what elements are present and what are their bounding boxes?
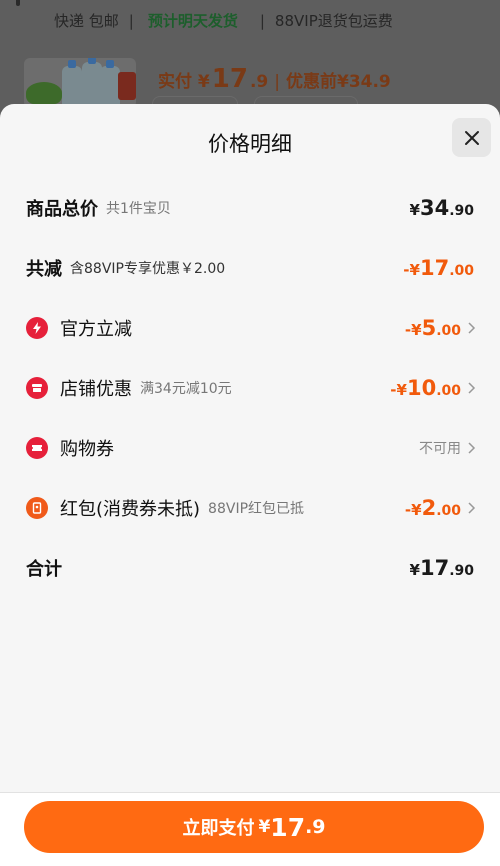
ticket-icon	[26, 437, 48, 459]
shipping-method: 快递 包邮	[54, 12, 119, 30]
row-label: 购物券	[60, 439, 114, 460]
row-note: 含88VIP专享优惠￥2.00	[70, 261, 226, 277]
row-label: 商品总价	[26, 199, 98, 220]
row-note: 88VIP红包已抵	[208, 501, 305, 517]
row-label: 共减	[26, 259, 62, 280]
chevron-right-icon	[468, 382, 476, 394]
lightning-icon	[26, 317, 48, 339]
total-amount: ¥34.90	[409, 196, 474, 220]
row-coupon[interactable]: 购物券 不可用	[0, 430, 500, 466]
product-tag	[118, 72, 136, 100]
paid-price: 实付 ¥17.9 | 优惠前¥34.9	[158, 64, 391, 94]
row-red-packet[interactable]: 红包(消费券未抵) 88VIP红包已抵 -¥2.00	[0, 490, 500, 526]
discount-amount: -¥17.00	[403, 256, 474, 280]
shipping-eta: 预计明天发货	[147, 12, 238, 30]
coupon-status: 不可用	[419, 441, 461, 457]
paid-label: 实付	[158, 72, 192, 92]
row-label: 合计	[26, 559, 62, 580]
sheet-title: 价格明细	[208, 132, 292, 156]
separator: |	[259, 12, 265, 30]
footer-bar: 立即支付 ¥17.9	[0, 792, 500, 866]
row-label: 店铺优惠	[60, 379, 132, 400]
shipping-info: 快递 包邮 | 预计明天发货 | 88VIP退货包运费	[54, 10, 393, 31]
row-note: 满34元减10元	[140, 381, 232, 397]
row-total-discount: 共减 含88VIP专享优惠￥2.00 -¥17.00	[0, 250, 500, 286]
pay-now-button[interactable]: 立即支付 ¥17.9	[24, 801, 484, 853]
row-sum: 合计 ¥17.90	[0, 550, 500, 586]
row-official-discount[interactable]: 官方立减 -¥5.00	[0, 310, 500, 346]
separator: |	[128, 12, 134, 30]
row-note: 共1件宝贝	[106, 201, 171, 217]
chevron-right-icon	[468, 322, 476, 334]
shipping-vip: 88VIP退货包运费	[274, 12, 393, 30]
sum-amount: ¥17.90	[409, 556, 474, 580]
row-total-price: 商品总价 共1件宝贝 ¥34.90	[0, 190, 500, 226]
close-button[interactable]	[452, 118, 491, 157]
pay-label: 立即支付	[182, 818, 255, 839]
price-detail-sheet: 价格明细 商品总价 共1件宝贝 ¥34.90 共减 含88VIP专享优惠￥2.0…	[0, 104, 500, 866]
redpacket-amount: -¥2.00	[404, 496, 461, 520]
background-page: 快递 包邮 | 预计明天发货 | 88VIP退货包运费 实付 ¥17.9 | 优惠前¥34.…	[0, 0, 500, 120]
row-label: 官方立减	[60, 319, 132, 340]
chevron-right-icon	[468, 502, 476, 514]
close-icon	[464, 130, 479, 145]
background-handle	[16, 0, 20, 6]
row-label: 红包(消费券未抵)	[60, 499, 201, 520]
store-discount-amount: -¥10.00	[390, 376, 461, 400]
official-discount-amount: -¥5.00	[404, 316, 461, 340]
store-icon	[26, 377, 48, 399]
redpacket-icon	[26, 497, 48, 519]
chevron-right-icon	[468, 442, 476, 454]
before-discount: 优惠前¥34.9	[285, 72, 391, 92]
row-store-discount[interactable]: 店铺优惠 满34元减10元 -¥10.00	[0, 370, 500, 406]
product-thumbnail	[24, 58, 136, 108]
